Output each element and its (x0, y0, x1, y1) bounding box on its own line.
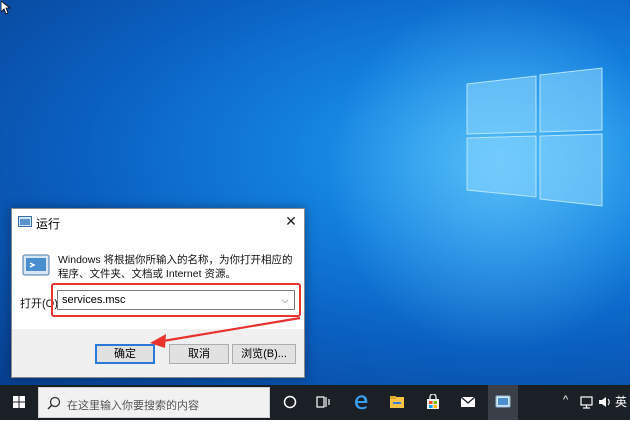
taskbar-item-store[interactable] (418, 385, 448, 420)
run-description: Windows 将根据你所输入的名称，为你打开相应的程序、文件夹、文档或 Int… (58, 254, 293, 280)
edge-icon (355, 395, 368, 410)
run-app-icon (22, 254, 50, 276)
windows-start-icon (13, 396, 25, 408)
open-label: 打开(O): (20, 298, 61, 310)
cancel-button[interactable]: 取消 (169, 344, 229, 364)
taskbar: 在这里输入你要搜索的内容 ^ 英 (0, 385, 630, 420)
command-combobox[interactable]: ⌵ (57, 290, 295, 310)
dialog-body: Windows 将根据你所输入的名称，为你打开相应的程序、文件夹、文档或 Int… (12, 235, 304, 329)
taskbar-item-edge[interactable] (346, 385, 376, 420)
cursor-icon (1, 1, 11, 15)
browse-button[interactable]: 浏览(B)... (232, 344, 296, 364)
start-button[interactable] (0, 385, 38, 420)
chevron-down-icon[interactable]: ⌵ (278, 291, 292, 309)
command-input[interactable] (60, 292, 279, 308)
task-view-icon (283, 395, 297, 409)
close-button[interactable]: ✕ (278, 209, 304, 235)
search-icon (47, 396, 61, 410)
ok-button[interactable]: 确定 (95, 344, 155, 364)
task-view-button[interactable] (275, 385, 305, 420)
tray-chevron-icon[interactable]: ^ (563, 394, 568, 406)
ime-indicator[interactable]: 英 (615, 393, 627, 410)
run-taskbar-icon (495, 395, 511, 408)
volume-icon[interactable] (598, 395, 612, 409)
taskbar-item-mail[interactable] (453, 385, 483, 420)
run-dialog: 运行 ✕ Windows 将根据你所输入的名称，为你打开相应的程序、文件夹、文档… (11, 208, 305, 378)
search-placeholder: 在这里输入你要搜索的内容 (67, 400, 199, 412)
dialog-titlebar[interactable]: 运行 ✕ (12, 209, 304, 235)
taskbar-item-multitask[interactable] (308, 385, 338, 420)
taskbar-item-run[interactable] (488, 385, 518, 420)
run-title-icon (18, 216, 32, 227)
taskbar-search-box[interactable]: 在这里输入你要搜索的内容 (38, 387, 270, 418)
mail-icon (460, 396, 476, 407)
file-explorer-icon (390, 396, 404, 408)
network-icon[interactable] (580, 395, 594, 409)
task-switch-icon (316, 396, 330, 408)
store-icon (427, 394, 439, 409)
dialog-title: 运行 (36, 217, 61, 231)
taskbar-item-explorer[interactable] (382, 385, 412, 420)
